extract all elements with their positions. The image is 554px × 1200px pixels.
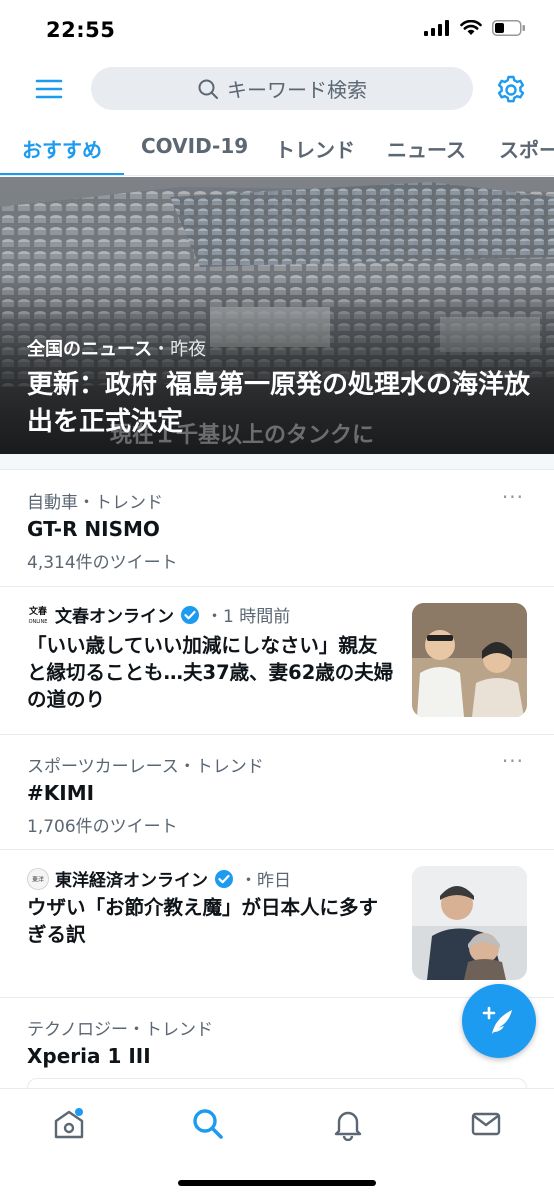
hamburger-menu-icon[interactable] [34, 74, 64, 104]
tweet-count: 1,706件のツイート [27, 817, 178, 837]
svg-text:文春: 文春 [28, 605, 48, 617]
more-options-icon[interactable]: ··· [502, 749, 524, 773]
compose-tweet-icon [482, 1006, 512, 1034]
home-indicator [178, 1180, 376, 1186]
bunshun-logo: 文春 ONLINE [27, 603, 49, 626]
news-headline: ウザい「お節介教え魔」が日本人に多すぎる訳 [27, 896, 379, 946]
hero-source: 全国のニュース [27, 339, 153, 360]
tab-news[interactable]: ニュース [387, 134, 466, 163]
hero-news-card[interactable]: 現在１千基以上のタンクに 全国のニュース・昨夜 更新：政府 福島第一原発の処理水… [0, 177, 554, 454]
news-thumbnail [412, 603, 527, 717]
verified-badge-icon [215, 869, 233, 888]
hero-time: ・昨夜 [152, 339, 207, 360]
trend-category: 自動車・トレンド [27, 493, 163, 513]
search-icon[interactable] [191, 1107, 225, 1141]
active-tab-indicator [0, 173, 124, 175]
tab-recommended[interactable]: おすすめ [22, 134, 102, 163]
compose-tweet-button[interactable] [462, 984, 536, 1058]
news-source-name: 文春オンライン [55, 607, 174, 627]
status-bar: 22:55 [0, 0, 554, 62]
trend-item[interactable]: スポーツカーレース・トレンド #KIMI 1,706件のツイート ··· [0, 735, 554, 850]
hero-meta: 全国のニュース・昨夜 [27, 335, 206, 361]
news-time: ・1 時間前 [206, 607, 291, 627]
news-item[interactable]: 文春 ONLINE 文春オンライン ・1 時間前 「いい歳していい加減にしなさい… [0, 587, 554, 735]
trend-title: #KIMI [27, 781, 95, 805]
news-thumbnail [412, 866, 527, 980]
toyo-keizai-logo: 東洋 [27, 867, 49, 890]
search-placeholder: キーワード検索 [227, 78, 367, 102]
tab-covid-19[interactable]: COVID-19 [141, 134, 248, 158]
explore-tabs: おすすめ COVID-19 トレンド ニュース スポーツ [0, 118, 554, 176]
verified-badge-icon [181, 605, 199, 624]
news-item[interactable]: 東洋 東洋経済オンライン ・昨日 ウザい「お節介教え魔」が日本人に多すぎる訳 [0, 850, 554, 998]
news-source-row: 東洋 東洋経済オンライン ・昨日 [27, 866, 291, 891]
tweet-count: 4,314件のツイート [27, 553, 178, 573]
trend-title: Xperia 1 III [27, 1044, 151, 1068]
top-app-bar: キーワード検索 [0, 62, 554, 118]
tab-trends[interactable]: トレンド [275, 134, 355, 163]
news-source-row: 文春 ONLINE 文春オンライン ・1 時間前 [27, 602, 290, 627]
trend-title: GT-R NISMO [27, 517, 160, 541]
hero-headline: 更新：政府 福島第一原発の処理水の海洋放出を正式決定 [27, 370, 531, 437]
tab-sports[interactable]: スポーツ [499, 134, 554, 163]
home-icon[interactable] [52, 1107, 86, 1141]
bell-icon[interactable] [331, 1107, 365, 1141]
status-icons [424, 20, 526, 36]
more-options-icon[interactable]: ··· [502, 485, 524, 509]
trend-category: スポーツカーレース・トレンド [27, 757, 264, 777]
battery-icon [492, 20, 525, 36]
mail-icon[interactable] [469, 1107, 503, 1141]
svg-text:東洋: 東洋 [32, 875, 44, 883]
gear-icon[interactable] [495, 74, 527, 106]
news-headline: 「いい歳していい加減にしなさい」親友と縁切ることも…夫37歳、妻62歳の夫婦の道… [27, 634, 394, 711]
search-icon [198, 79, 218, 99]
news-source-name: 東洋経済オンライン [55, 871, 208, 891]
search-input[interactable]: キーワード検索 [91, 67, 473, 110]
trend-category: テクノロジー・トレンド [27, 1020, 213, 1040]
cellular-signal-icon [424, 20, 449, 36]
trend-item[interactable]: 自動車・トレンド GT-R NISMO 4,314件のツイート ··· [0, 471, 554, 587]
news-time: ・昨日 [240, 871, 291, 891]
svg-text:ONLINE: ONLINE [29, 619, 48, 625]
section-divider [0, 454, 554, 470]
wifi-icon [460, 20, 482, 35]
status-time: 22:55 [46, 18, 116, 42]
